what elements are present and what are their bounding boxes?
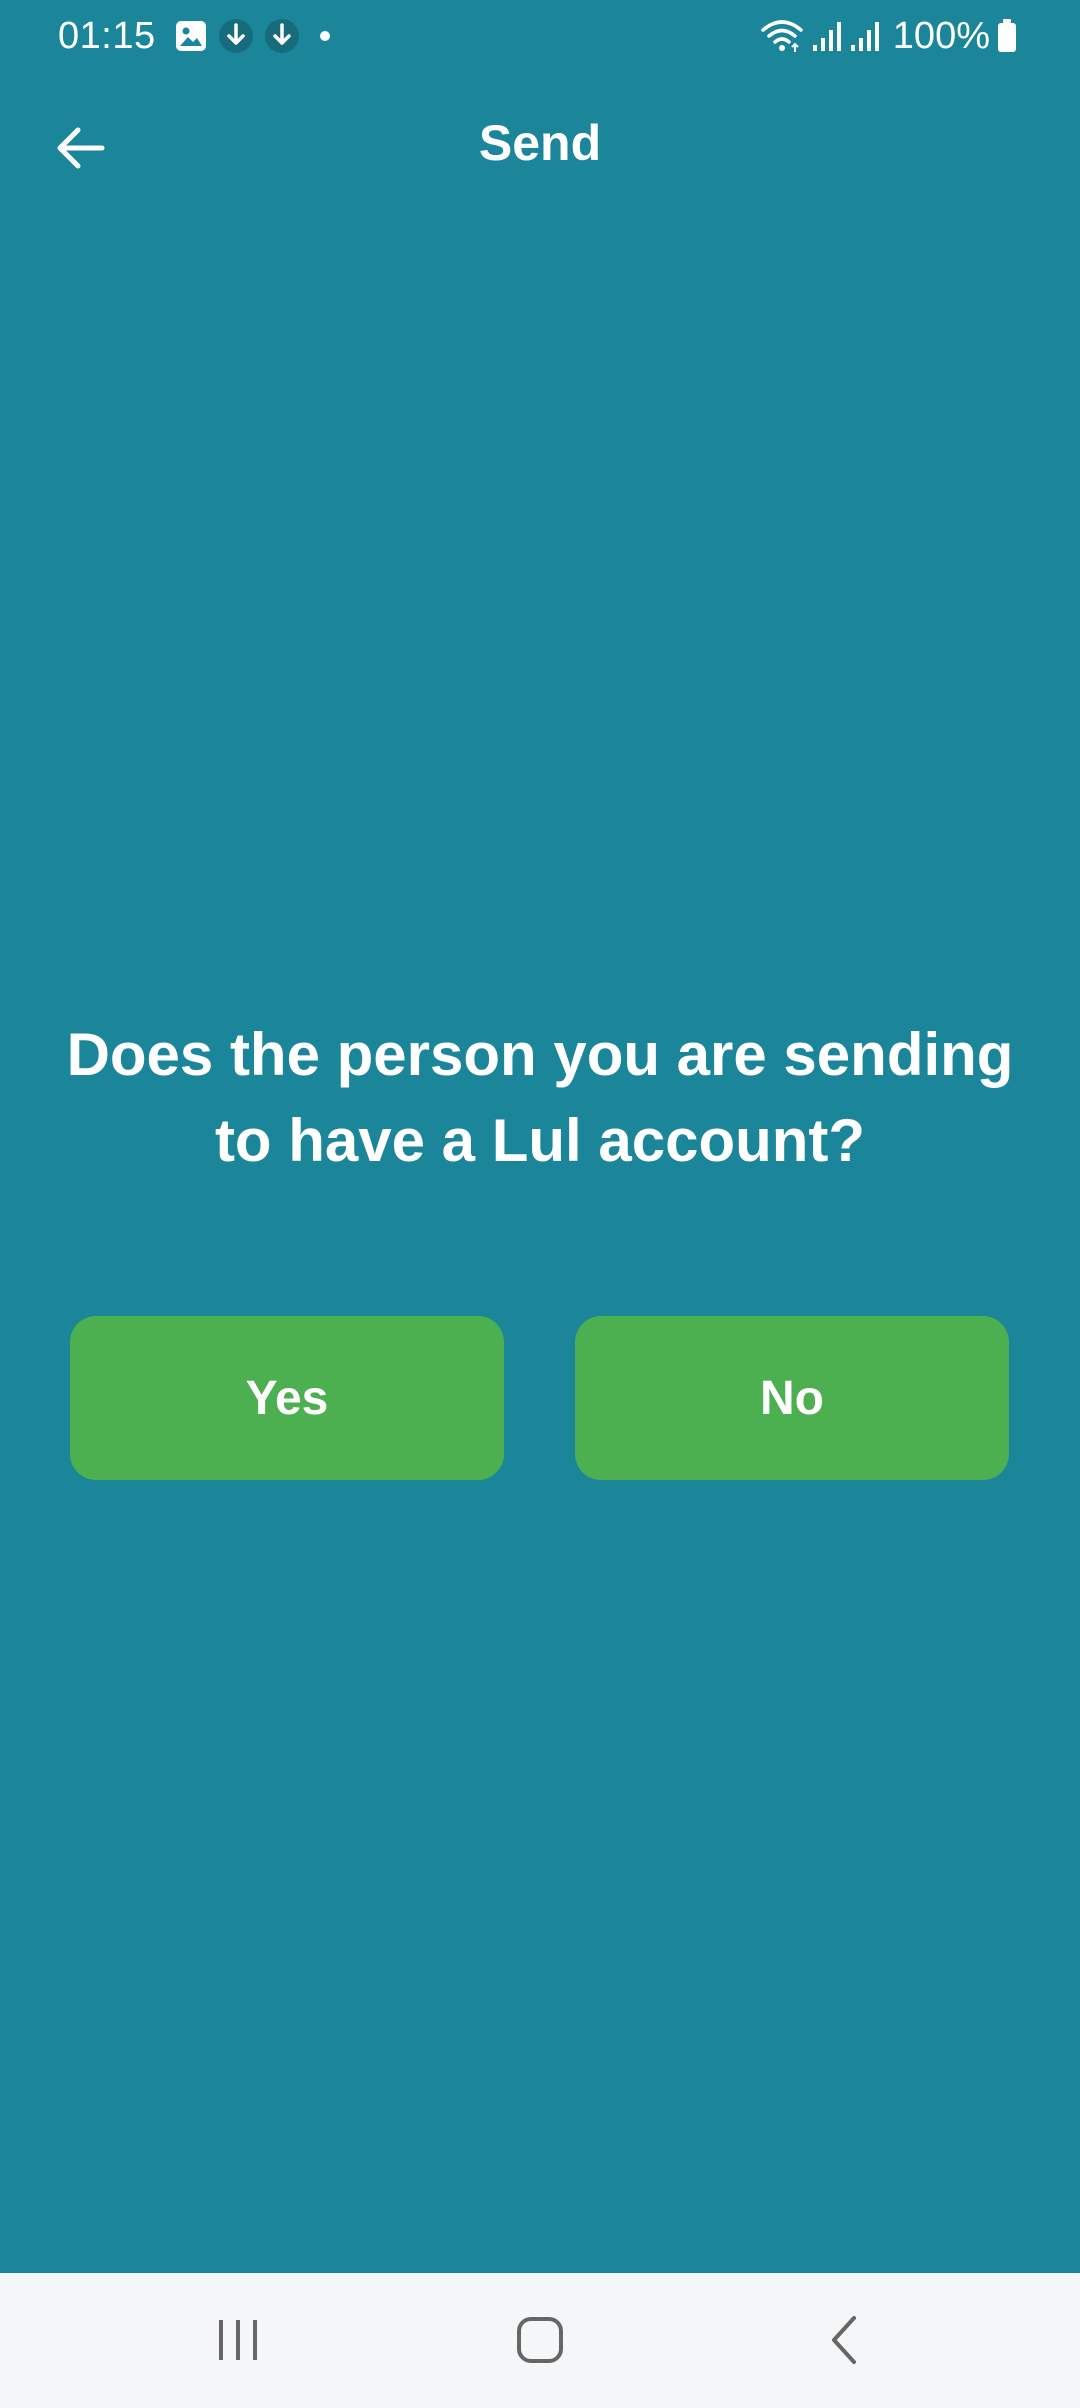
download-icon [264,18,300,54]
gallery-icon [174,19,208,53]
status-left: 01:15 [58,15,330,58]
back-icon [832,2316,856,2364]
battery-icon [996,18,1018,54]
no-button[interactable]: No [575,1316,1009,1480]
navigation-bar [0,2273,1080,2408]
app-bar: Send [0,72,1080,218]
recents-icon [219,2320,257,2360]
status-right: 100% [759,15,1024,58]
system-back-button[interactable] [784,2295,904,2385]
status-time: 01:15 [58,14,156,57]
notification-dot-icon [319,31,330,41]
yes-button[interactable]: Yes [70,1316,504,1480]
wifi-icon [759,18,805,54]
recents-button[interactable] [178,2295,298,2385]
home-button[interactable] [480,2295,600,2385]
battery-percent: 100% [892,14,990,57]
status-bar: 01:15 100% [0,0,1080,72]
signal-icon [849,19,881,53]
page-title: Send [478,115,602,171]
signal-icon [811,19,843,53]
download-icon [218,18,254,54]
question-text: Does the person you are sending to have … [66,1021,1014,1174]
screen: 01:15 100% Send Does the person you are … [0,0,1080,2408]
home-icon [517,2317,563,2363]
